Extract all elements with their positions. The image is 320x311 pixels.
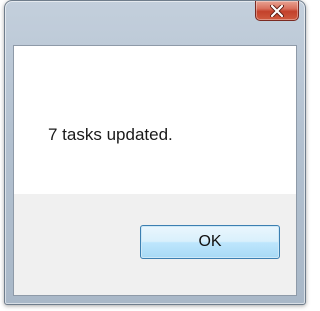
close-button[interactable] <box>255 1 299 21</box>
close-icon <box>270 4 284 17</box>
dialog-client-area: 7 tasks updated. OK <box>13 45 297 296</box>
ok-button[interactable]: OK <box>140 225 280 259</box>
message-text: 7 tasks updated. <box>48 125 173 144</box>
message-area: 7 tasks updated. <box>14 46 296 194</box>
title-bar[interactable] <box>5 1 305 45</box>
button-area: OK <box>14 194 296 295</box>
message-dialog: 7 tasks updated. OK <box>4 0 306 305</box>
